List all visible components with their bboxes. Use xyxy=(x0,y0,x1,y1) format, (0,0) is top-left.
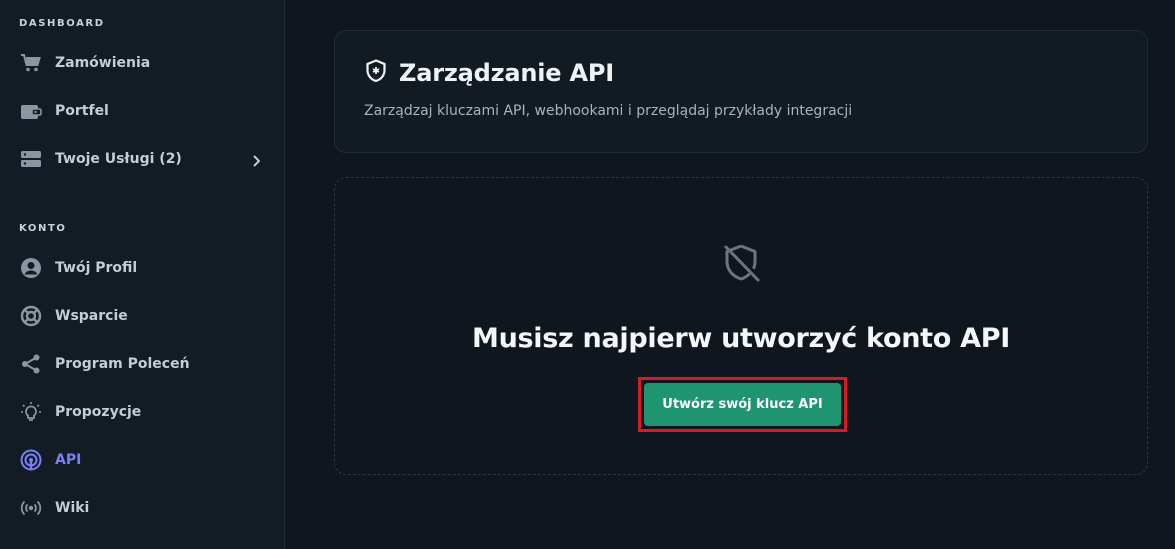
server-icon xyxy=(20,148,42,170)
sidebar-item-label: Twoje Usługi (2) xyxy=(55,151,182,167)
sidebar-item-suggestions[interactable]: Propozycje xyxy=(0,392,284,432)
sidebar-item-wallet[interactable]: Portfel xyxy=(0,91,284,131)
sidebar-item-label: Wsparcie xyxy=(55,308,128,324)
main-content: Zarządzanie API Zarządzaj kluczami API, … xyxy=(285,0,1175,549)
cart-icon xyxy=(20,52,42,74)
sidebar-item-label: Zamówienia xyxy=(55,55,151,71)
sidebar-item-orders[interactable]: Zamówienia xyxy=(0,43,284,83)
page-title-row: Zarządzanie API xyxy=(365,59,614,87)
shield-off-icon xyxy=(719,240,763,290)
sidebar: DASHBOARD Zamówienia Portfel Twoje Usług… xyxy=(0,0,285,549)
lifebuoy-icon xyxy=(20,305,42,327)
section-title-dashboard: DASHBOARD xyxy=(19,18,105,29)
sidebar-item-api[interactable]: API xyxy=(0,440,284,480)
share-icon xyxy=(20,353,42,375)
sidebar-item-label: Program Poleceń xyxy=(55,356,190,372)
sidebar-item-support[interactable]: Wsparcie xyxy=(0,296,284,336)
header-card: Zarządzanie API Zarządzaj kluczami API, … xyxy=(334,30,1148,153)
sidebar-item-label: API xyxy=(55,452,82,468)
sidebar-item-label: Portfel xyxy=(55,103,109,119)
radio-waves-icon xyxy=(20,497,42,519)
sidebar-item-label: Wiki xyxy=(55,500,90,516)
sidebar-item-wiki[interactable]: Wiki xyxy=(0,488,284,528)
highlight-box: Utwórz swój klucz API xyxy=(638,377,847,432)
broadcast-icon xyxy=(20,449,42,471)
chevron-right-icon xyxy=(252,152,261,171)
shield-icon xyxy=(365,59,387,87)
sidebar-item-label: Twój Profil xyxy=(55,260,138,276)
section-title-account: KONTO xyxy=(19,223,67,234)
create-api-key-button[interactable]: Utwórz swój klucz API xyxy=(644,383,841,426)
sidebar-item-profile[interactable]: Twój Profil xyxy=(0,248,284,288)
empty-state-heading: Musisz najpierw utworzyć konto API xyxy=(472,323,1010,354)
sidebar-item-label: Propozycje xyxy=(55,404,142,420)
empty-state-card: Musisz najpierw utworzyć konto API Utwór… xyxy=(334,177,1148,475)
lightbulb-icon xyxy=(20,401,42,423)
sidebar-item-referral[interactable]: Program Poleceń xyxy=(0,344,284,384)
wallet-icon xyxy=(20,100,42,122)
sidebar-item-services[interactable]: Twoje Usługi (2) xyxy=(0,139,284,179)
user-circle-icon xyxy=(20,257,42,279)
page-title: Zarządzanie API xyxy=(399,59,614,87)
page-subtitle: Zarządzaj kluczami API, webhookami i prz… xyxy=(364,103,853,119)
